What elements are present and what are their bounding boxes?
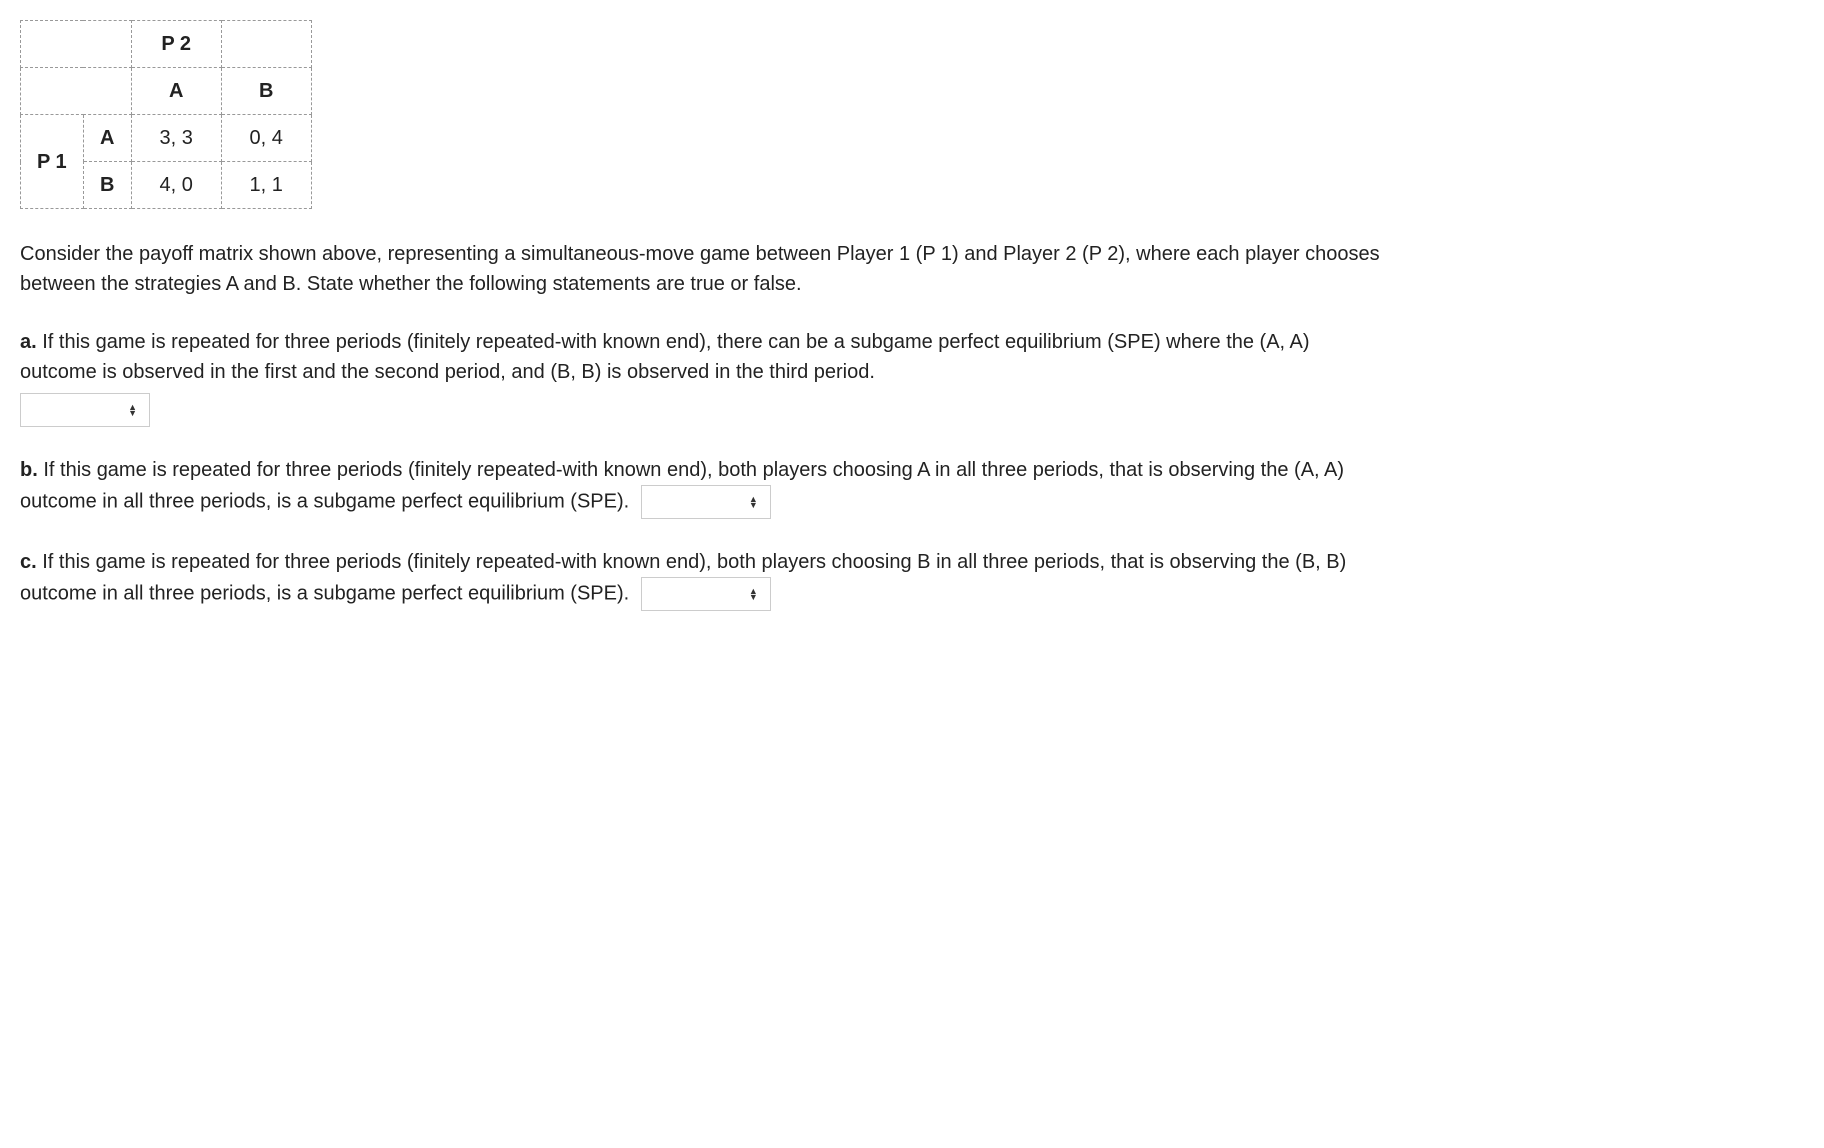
question-b-text: b. If this game is repeated for three pe… — [20, 455, 1380, 519]
question-c: c. If this game is repeated for three pe… — [20, 547, 1380, 611]
matrix-cell-ba: 4, 0 — [131, 162, 221, 209]
matrix-blank-cell — [21, 68, 132, 115]
question-a: a. If this game is repeated for three pe… — [20, 327, 1380, 427]
matrix-col-player: P 2 — [131, 21, 221, 68]
question-b: b. If this game is repeated for three pe… — [20, 455, 1380, 519]
matrix-cell-ab: 0, 4 — [221, 115, 311, 162]
matrix-cell-bb: 1, 1 — [221, 162, 311, 209]
payoff-matrix: P 2 A B P 1 A 3, 3 0, 4 B 4, 0 1, 1 — [20, 20, 312, 209]
matrix-blank-cell — [21, 21, 132, 68]
question-b-label: b. — [20, 459, 38, 481]
intro-text: Consider the payoff matrix shown above, … — [20, 239, 1380, 299]
matrix-cell-aa: 3, 3 — [131, 115, 221, 162]
matrix-row-label-b: B — [83, 162, 131, 209]
question-a-body: If this game is repeated for three perio… — [20, 331, 1310, 383]
matrix-col-label-a: A — [131, 68, 221, 115]
matrix-blank-cell — [221, 21, 311, 68]
question-a-text: a. If this game is repeated for three pe… — [20, 327, 1380, 387]
matrix-col-label-b: B — [221, 68, 311, 115]
question-c-text: c. If this game is repeated for three pe… — [20, 547, 1380, 611]
question-c-label: c. — [20, 551, 37, 573]
matrix-row-label-a: A — [83, 115, 131, 162]
question-c-select-wrap[interactable]: ▲▼ TrueFalse — [641, 577, 771, 611]
question-a-label: a. — [20, 331, 37, 353]
matrix-row-player: P 1 — [21, 115, 84, 209]
question-a-select-wrap[interactable]: ▲▼ TrueFalse — [20, 393, 150, 427]
question-b-select-wrap[interactable]: ▲▼ TrueFalse — [641, 485, 771, 519]
